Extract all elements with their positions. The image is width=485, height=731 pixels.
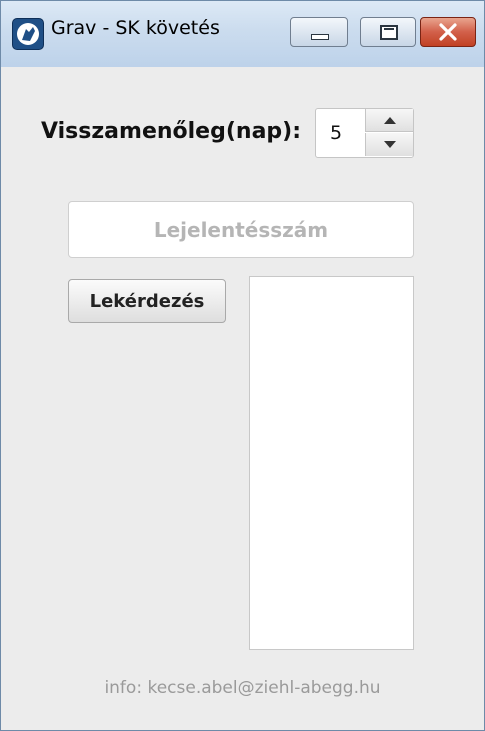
arrow-up-icon xyxy=(384,117,396,124)
maximize-icon xyxy=(380,25,398,40)
app-window: Grav - SK követés Visszamenőleg(nap): 5 … xyxy=(0,0,485,731)
days-back-label: Visszamenőleg(nap): xyxy=(41,119,302,144)
arrow-down-icon xyxy=(384,141,396,148)
minimize-button[interactable] xyxy=(290,17,348,47)
close-button[interactable] xyxy=(420,17,476,47)
report-number-input[interactable] xyxy=(68,201,414,258)
days-spinner-value[interactable]: 5 xyxy=(330,122,342,144)
minimize-icon xyxy=(311,34,329,40)
maximize-button[interactable] xyxy=(360,17,416,47)
spinner-decrement-button[interactable] xyxy=(365,133,413,156)
query-button[interactable]: Lekérdezés xyxy=(68,279,226,323)
window-title: Grav - SK követés xyxy=(51,17,220,39)
app-logo-icon[interactable] xyxy=(12,18,44,50)
results-list[interactable] xyxy=(249,276,414,650)
spinner-increment-button[interactable] xyxy=(365,109,413,132)
close-icon xyxy=(421,18,475,46)
info-footer: info: kecse.abel@ziehl-abegg.hu xyxy=(104,678,381,698)
days-spinner[interactable]: 5 xyxy=(315,108,414,158)
title-bar[interactable]: Grav - SK követés xyxy=(1,1,484,67)
